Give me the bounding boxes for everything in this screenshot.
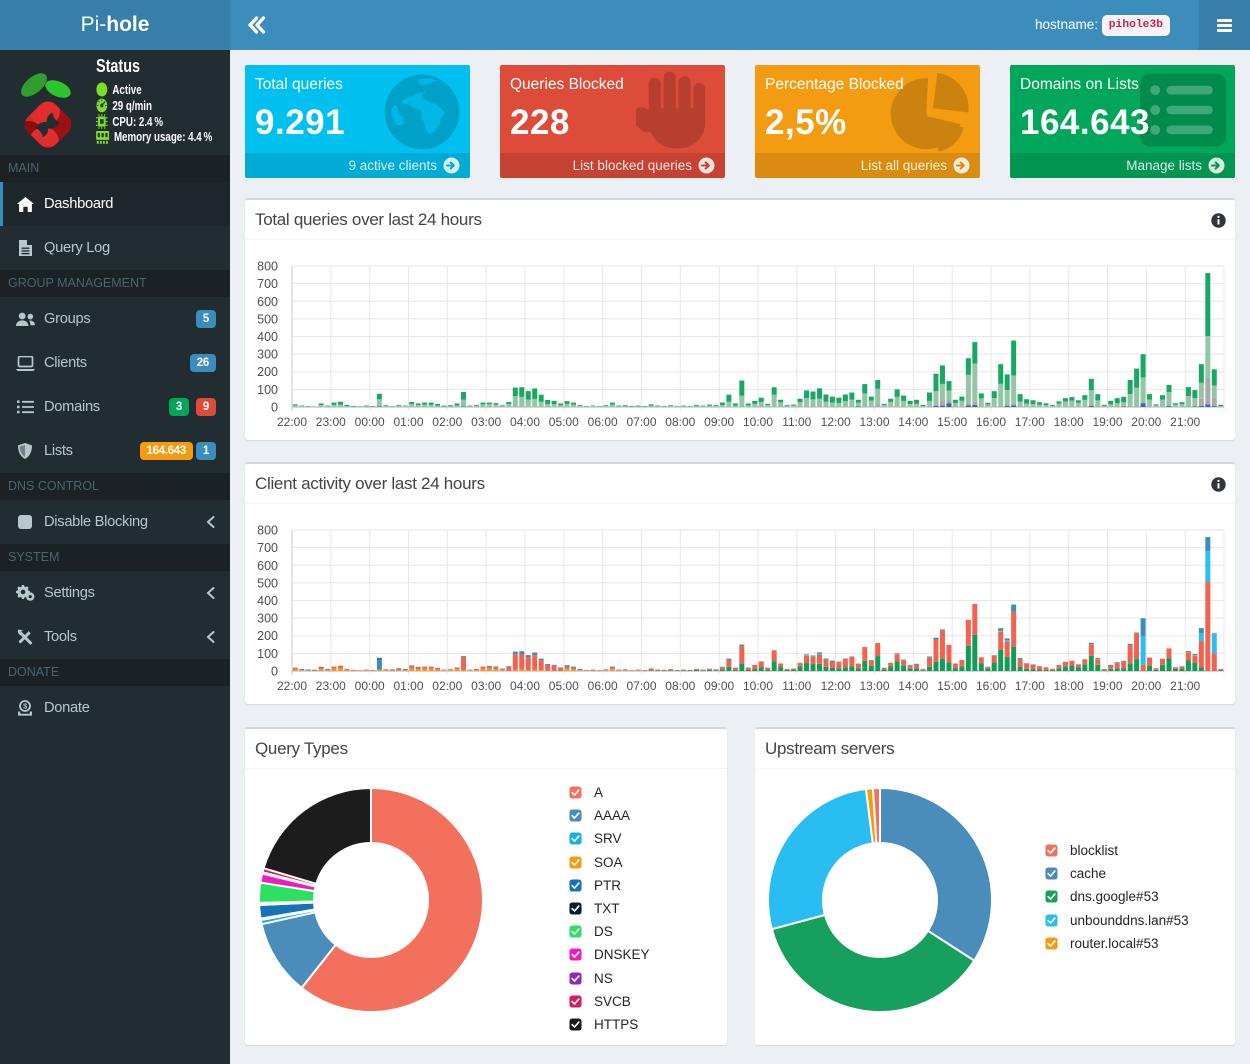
svg-text:20:00: 20:00 [1131,679,1161,693]
svg-text:18:00: 18:00 [1054,415,1084,429]
svg-text:400: 400 [257,594,278,608]
svg-text:15:00: 15:00 [937,679,967,693]
svg-text:08:00: 08:00 [665,679,695,693]
svg-text:100: 100 [257,383,278,397]
svg-text:01:00: 01:00 [393,679,423,693]
svg-text:800: 800 [257,524,278,538]
svg-text:500: 500 [257,312,278,326]
svg-text:07:00: 07:00 [626,415,656,429]
svg-text:500: 500 [257,576,278,590]
svg-text:700: 700 [257,277,278,291]
svg-text:03:00: 03:00 [471,415,501,429]
svg-text:400: 400 [257,330,278,344]
svg-text:05:00: 05:00 [549,679,579,693]
svg-text:600: 600 [257,559,278,573]
svg-text:05:00: 05:00 [549,415,579,429]
svg-text:0: 0 [271,401,278,415]
svg-text:22:00: 22:00 [277,679,307,693]
svg-text:$: $ [23,702,28,711]
svg-text:03:00: 03:00 [471,679,501,693]
svg-text:07:00: 07:00 [626,679,656,693]
svg-text:18:00: 18:00 [1054,679,1084,693]
svg-text:09:00: 09:00 [704,679,734,693]
svg-text:13:00: 13:00 [859,415,889,429]
svg-text:12:00: 12:00 [821,679,851,693]
svg-text:00:00: 00:00 [355,679,385,693]
svg-text:08:00: 08:00 [665,415,695,429]
svg-text:19:00: 19:00 [1092,679,1122,693]
svg-text:09:00: 09:00 [704,415,734,429]
svg-text:02:00: 02:00 [432,415,462,429]
svg-text:23:00: 23:00 [316,415,346,429]
svg-text:02:00: 02:00 [432,679,462,693]
svg-text:11:00: 11:00 [782,415,811,429]
svg-text:23:00: 23:00 [316,679,346,693]
svg-text:17:00: 17:00 [1015,679,1045,693]
svg-text:100: 100 [257,647,278,661]
svg-text:21:00: 21:00 [1170,679,1200,693]
svg-text:700: 700 [257,541,278,555]
svg-text:04:00: 04:00 [510,415,540,429]
svg-text:00:00: 00:00 [355,415,385,429]
svg-text:10:00: 10:00 [743,415,773,429]
svg-text:16:00: 16:00 [976,679,1006,693]
svg-text:14:00: 14:00 [898,415,928,429]
svg-text:20:00: 20:00 [1131,415,1161,429]
svg-text:15:00: 15:00 [937,415,967,429]
svg-text:11:00: 11:00 [782,679,811,693]
svg-text:04:00: 04:00 [510,679,540,693]
svg-text:19:00: 19:00 [1092,415,1122,429]
svg-text:13:00: 13:00 [859,679,889,693]
svg-text:17:00: 17:00 [1015,415,1045,429]
svg-text:14:00: 14:00 [898,679,928,693]
svg-text:200: 200 [257,629,278,643]
svg-text:21:00: 21:00 [1170,415,1200,429]
svg-text:12:00: 12:00 [821,415,851,429]
svg-text:10:00: 10:00 [743,679,773,693]
svg-text:0: 0 [271,665,278,679]
svg-text:16:00: 16:00 [976,415,1006,429]
svg-text:200: 200 [257,365,278,379]
svg-text:300: 300 [257,612,278,626]
svg-text:01:00: 01:00 [393,415,423,429]
svg-text:800: 800 [257,260,278,274]
svg-text:600: 600 [257,295,278,309]
svg-text:300: 300 [257,348,278,362]
svg-text:06:00: 06:00 [588,415,618,429]
svg-text:22:00: 22:00 [277,415,307,429]
svg-text:06:00: 06:00 [588,679,618,693]
